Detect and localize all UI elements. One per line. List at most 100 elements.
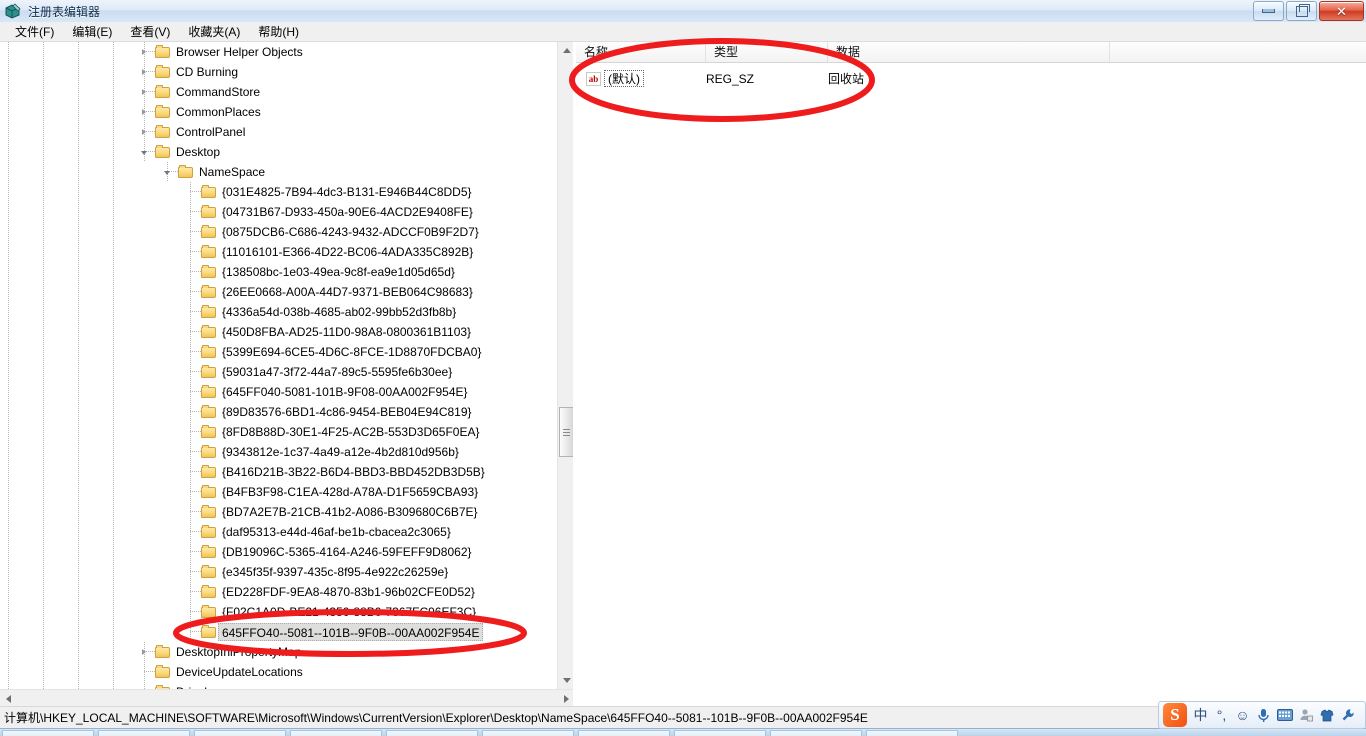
close-button[interactable]: ✕ <box>1319 1 1364 21</box>
tree-item[interactable]: {e345f35f-9397-435c-8f95-4e922c26259e} <box>0 562 552 582</box>
tree-item[interactable]: {4336a54d-038b-4685-ab02-99bb52d3fb8b} <box>0 302 552 322</box>
tree-item[interactable]: {031E4825-7B94-4dc3-B131-E946B44C8DD5} <box>0 182 552 202</box>
registry-tree-pane[interactable]: Browser Helper Objects CD Burning CommandS… <box>0 42 575 706</box>
collapse-arrow-icon[interactable] <box>163 168 172 177</box>
ime-soft-keyboard-icon[interactable] <box>1274 702 1295 728</box>
sogou-logo-icon[interactable]: S <box>1160 702 1190 728</box>
tree-item[interactable]: {9343812e-1c37-4a49-a12e-4b2d810d956b} <box>0 442 552 462</box>
tree-item-label[interactable]: Browser Helper Objects <box>176 42 303 62</box>
tree-item-label[interactable]: {DB19096C-5365-4164-A246-59FEFF9D8062} <box>222 542 472 562</box>
tree-item-label[interactable]: {B4FB3F98-C1EA-428d-A78A-D1F5659CBA93} <box>222 482 478 502</box>
menu-view[interactable]: 查看(V) <box>121 21 179 42</box>
tree-item-label[interactable]: {B416D21B-3B22-B6D4-BBD3-BBD452DB3D5B} <box>222 462 485 482</box>
tree-item-label[interactable]: NameSpace <box>199 162 265 182</box>
minimize-button[interactable] <box>1253 1 1284 21</box>
tree-item[interactable]: {DB19096C-5365-4164-A246-59FEFF9D8062} <box>0 542 552 562</box>
tree-item[interactable]: {daf95313-e44d-46af-be1b-cbacea2c3065} <box>0 522 552 542</box>
ime-settings-icon[interactable] <box>1337 702 1358 728</box>
expand-arrow-icon[interactable] <box>140 128 149 137</box>
expand-arrow-icon[interactable] <box>140 68 149 77</box>
tree-item-label[interactable]: {26EE0668-A00A-44D7-9371-BEB064C98683} <box>222 282 473 302</box>
tree-item[interactable]: {26EE0668-A00A-44D7-9371-BEB064C98683} <box>0 282 552 302</box>
taskbar-item-3[interactable] <box>290 730 382 736</box>
tree-item[interactable]: DesktopIniPropertyMap <box>0 642 552 662</box>
tree-item-label[interactable]: {450D8FBA-AD25-11D0-98A8-0800361B1103} <box>222 322 471 342</box>
tree-item-label[interactable]: ControlPanel <box>176 122 245 142</box>
column-type[interactable]: 类型 <box>706 42 828 62</box>
scroll-left-button[interactable] <box>0 690 17 706</box>
taskbar-item-9[interactable] <box>866 730 958 736</box>
tree-item[interactable]: 645FFO40--5081--101B--9F0B--00AA002F954E <box>0 622 552 642</box>
tree-item[interactable]: CommonPlaces <box>0 102 552 122</box>
collapse-arrow-icon[interactable] <box>140 148 149 157</box>
tree-item-label[interactable]: {8FD8B88D-30E1-4F25-AC2B-553D3D65F0EA} <box>222 422 479 442</box>
tree-item-label[interactable]: {0875DCB6-C686-4243-9432-ADCCF0B9F2D7} <box>222 222 479 242</box>
tree-item[interactable]: {450D8FBA-AD25-11D0-98A8-0800361B1103} <box>0 322 552 342</box>
menu-favorites[interactable]: 收藏夹(A) <box>179 21 249 42</box>
ime-chinese-mode-icon[interactable]: 中 <box>1190 702 1211 728</box>
expand-arrow-icon[interactable] <box>140 48 149 57</box>
tree-item-label[interactable]: {daf95313-e44d-46af-be1b-cbacea2c3065} <box>222 522 451 542</box>
tree-scrollbar-thumb[interactable] <box>559 407 574 457</box>
tree-item-label[interactable]: {F02C1A0D-BE21-4350-88B0-7367FC96EF3C} <box>222 602 476 622</box>
tree-item[interactable]: {11016101-E366-4D22-BC06-4ADA335C892B} <box>0 242 552 262</box>
taskbar-item-2[interactable] <box>194 730 286 736</box>
tree-item[interactable]: {8FD8B88D-30E1-4F25-AC2B-553D3D65F0EA} <box>0 422 552 442</box>
tree-item-label[interactable]: {4336a54d-038b-4685-ab02-99bb52d3fb8b} <box>222 302 456 322</box>
tree-item[interactable]: DeviceUpdateLocations <box>0 662 552 682</box>
h-scroll-track[interactable] <box>17 690 558 706</box>
tree-item[interactable]: {89D83576-6BD1-4c86-9454-BEB04E94C819} <box>0 402 552 422</box>
ime-user-icon[interactable] <box>1295 702 1316 728</box>
value-list-pane[interactable]: 名称 类型 数据 ab (默认) REG_SZ 回收站 <box>576 42 1366 706</box>
tree-vertical-scrollbar[interactable] <box>557 42 574 689</box>
tree-item[interactable]: {ED228FDF-9EA8-4870-83b1-96b02CFE0D52} <box>0 582 552 602</box>
tree-item[interactable]: NameSpace <box>0 162 552 182</box>
taskbar-item-6[interactable] <box>578 730 670 736</box>
expand-arrow-icon[interactable] <box>140 648 149 657</box>
tree-item[interactable]: {138508bc-1e03-49ea-9c8f-ea9e1d05d65d} <box>0 262 552 282</box>
tree-item-label[interactable]: Desktop <box>176 142 220 162</box>
tree-item[interactable]: {59031a47-3f72-44a7-89c5-5595fe6b30ee} <box>0 362 552 382</box>
tree-item[interactable]: Browser Helper Objects <box>0 42 552 62</box>
tree-item-label[interactable]: CommonPlaces <box>176 102 261 122</box>
tree-item-label[interactable]: {59031a47-3f72-44a7-89c5-5595fe6b30ee} <box>222 362 452 382</box>
taskbar-item-1[interactable] <box>98 730 190 736</box>
taskbar-item-4[interactable] <box>386 730 478 736</box>
tree-item-label[interactable]: DeviceUpdateLocations <box>176 662 303 682</box>
tree-item[interactable]: {0875DCB6-C686-4243-9432-ADCCF0B9F2D7} <box>0 222 552 242</box>
tree-item[interactable]: {B4FB3F98-C1EA-428d-A78A-D1F5659CBA93} <box>0 482 552 502</box>
menu-help[interactable]: 帮助(H) <box>249 21 308 42</box>
tree-item[interactable]: {B416D21B-3B22-B6D4-BBD3-BBD452DB3D5B} <box>0 462 552 482</box>
tree-item-label[interactable]: {89D83576-6BD1-4c86-9454-BEB04E94C819} <box>222 402 472 422</box>
menu-file[interactable]: 文件(F) <box>6 21 63 42</box>
tree-item-label[interactable]: CommandStore <box>176 82 260 102</box>
expand-arrow-icon[interactable] <box>140 108 149 117</box>
tree-item[interactable]: Desktop <box>0 142 552 162</box>
tree-item-label[interactable]: {11016101-E366-4D22-BC06-4ADA335C892B} <box>222 242 473 262</box>
menu-edit[interactable]: 编辑(E) <box>63 21 121 42</box>
tree-item-label[interactable]: {ED228FDF-9EA8-4870-83b1-96b02CFE0D52} <box>222 582 475 602</box>
expand-arrow-icon[interactable] <box>140 88 149 97</box>
tree-item[interactable]: {F02C1A0D-BE21-4350-88B0-7367FC96EF3C} <box>0 602 552 622</box>
tree-item-label[interactable]: {031E4825-7B94-4dc3-B131-E946B44C8DD5} <box>222 182 472 202</box>
ime-punctuation-icon[interactable]: °, <box>1211 702 1232 728</box>
taskbar[interactable] <box>0 728 1366 736</box>
tree-item[interactable]: CD Burning <box>0 62 552 82</box>
tree-item-label[interactable]: {e345f35f-9397-435c-8f95-4e922c26259e} <box>222 562 448 582</box>
ime-voice-input-icon[interactable] <box>1253 702 1274 728</box>
tree-item[interactable]: {04731B67-D933-450a-90E6-4ACD2E9408FE} <box>0 202 552 222</box>
value-name[interactable]: (默认) <box>604 70 644 87</box>
column-data[interactable]: 数据 <box>828 42 1110 62</box>
tree-item-label[interactable]: CD Burning <box>176 62 238 82</box>
tree-item-label[interactable]: {9343812e-1c37-4a49-a12e-4b2d810d956b} <box>222 442 459 462</box>
taskbar-start-button[interactable] <box>2 730 94 736</box>
ime-emoji-icon[interactable]: ☺ <box>1232 702 1253 728</box>
tree-item-label[interactable]: {BD7A2E7B-21CB-41b2-A086-B309680C6B7E} <box>222 502 478 522</box>
taskbar-item-8[interactable] <box>770 730 862 736</box>
table-row[interactable]: ab (默认) REG_SZ 回收站 <box>576 68 1366 90</box>
tree-item[interactable]: {5399E694-6CE5-4D6C-8FCE-1D8870FDCBA0} <box>0 342 552 362</box>
tree-item-label[interactable]: {645FF040-5081-101B-9F08-00AA002F954E} <box>222 382 468 402</box>
tree-horizontal-scrollbar[interactable] <box>0 689 574 706</box>
title-bar[interactable]: 注册表编辑器 ✕ <box>0 0 1366 23</box>
taskbar-item-7[interactable] <box>674 730 766 736</box>
